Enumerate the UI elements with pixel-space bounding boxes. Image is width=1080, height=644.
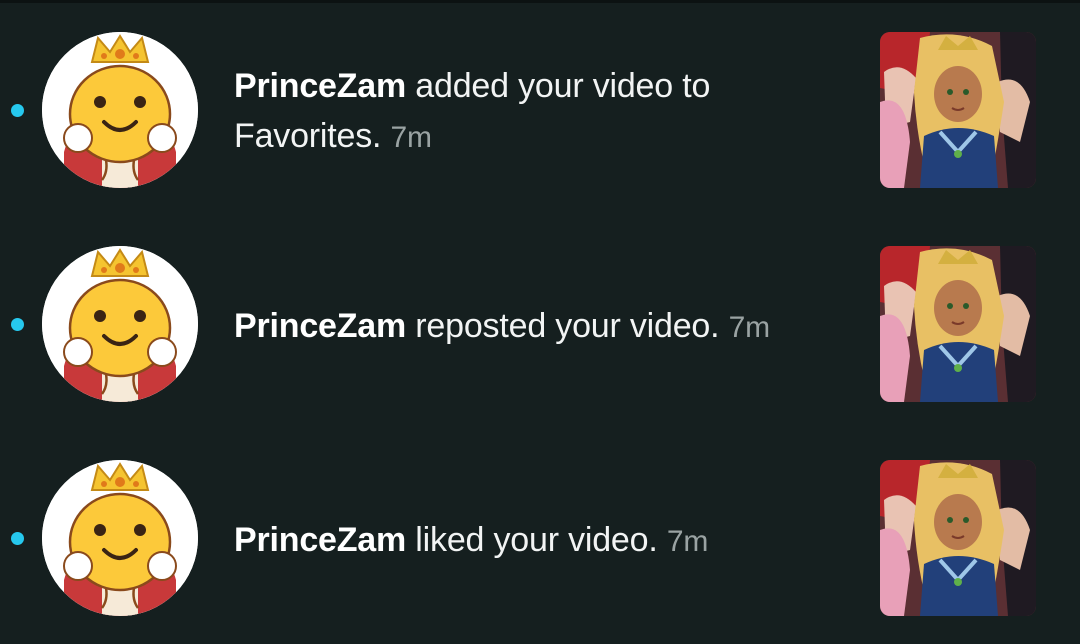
timestamp: 7m — [390, 121, 432, 154]
crowned-smiley-mascot-icon — [42, 246, 198, 402]
notification-item[interactable]: PrinceZam reposted your video. 7m — [0, 246, 1080, 406]
timestamp: 7m — [666, 525, 709, 558]
user-avatar[interactable] — [42, 32, 198, 188]
user-avatar[interactable] — [42, 246, 198, 402]
crowned-smiley-mascot-icon — [42, 460, 198, 616]
notification-text: PrinceZam liked your video. 7m — [234, 515, 834, 567]
unread-indicator — [11, 532, 24, 545]
video-thumbnail[interactable] — [880, 32, 1036, 188]
crowned-smiley-mascot-icon — [42, 32, 198, 188]
video-thumbnail[interactable] — [880, 246, 1036, 402]
username-link[interactable]: PrinceZam — [234, 307, 406, 345]
unread-indicator — [11, 104, 24, 117]
notification-action: reposted your video. — [406, 307, 720, 345]
notification-item[interactable]: PrinceZam liked your video. 7m — [0, 460, 1080, 620]
user-avatar[interactable] — [42, 460, 198, 616]
video-thumbnail-image — [880, 32, 1036, 188]
notification-item[interactable]: PrinceZam added your video to Favorites.… — [0, 32, 1080, 192]
username-link[interactable]: PrinceZam — [234, 67, 406, 105]
notification-text: PrinceZam reposted your video. 7m — [234, 301, 834, 353]
top-divider — [0, 0, 1080, 3]
video-thumbnail-image — [880, 246, 1036, 402]
notification-text: PrinceZam added your video to Favorites.… — [234, 61, 834, 163]
notification-action: liked your video. — [406, 521, 658, 559]
username-link[interactable]: PrinceZam — [234, 521, 406, 559]
video-thumbnail[interactable] — [880, 460, 1036, 616]
unread-indicator — [11, 318, 24, 331]
video-thumbnail-image — [880, 460, 1036, 616]
timestamp: 7m — [728, 311, 770, 344]
